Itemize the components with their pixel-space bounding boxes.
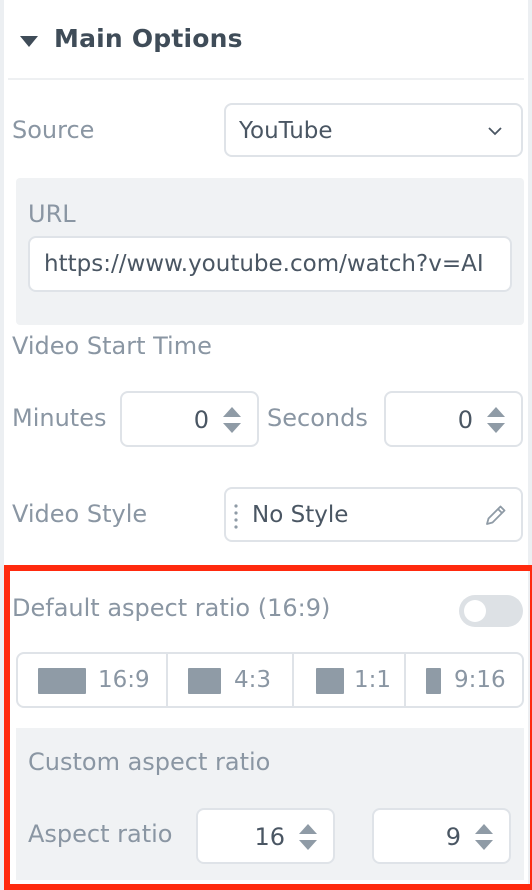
spinner-arrows-icon[interactable] (485, 405, 507, 435)
aspect-ratio-width-input[interactable]: 16 (196, 808, 335, 864)
video-style-label: Video Style (12, 500, 148, 528)
aspect-ratio-width-value: 16 (254, 823, 285, 851)
spinner-arrows-icon[interactable] (221, 405, 243, 435)
ratio-option-label: 16:9 (98, 667, 150, 693)
default-aspect-ratio-toggle[interactable] (459, 595, 523, 627)
aspect-ratio-segmented-control: 16:9 4:3 1:1 9:16 (16, 652, 524, 708)
caret-down-icon[interactable] (20, 36, 38, 47)
main-options-header[interactable]: Main Options (8, 0, 524, 80)
aspect-ratio-height-value: 9 (445, 823, 461, 851)
ratio-option-16-9[interactable]: 16:9 (18, 654, 168, 706)
ratio-9-16-icon (426, 668, 441, 694)
aspect-ratio-height-input[interactable]: 9 (372, 808, 511, 864)
custom-aspect-ratio-label: Custom aspect ratio (28, 748, 271, 776)
source-select[interactable]: YouTube (224, 103, 523, 157)
pencil-icon[interactable] (483, 502, 509, 528)
minutes-input[interactable]: 0 (120, 391, 259, 447)
settings-panel: Main Options Source YouTube URL https://… (0, 0, 532, 890)
seconds-label: Seconds (267, 404, 368, 432)
aspect-ratio-label: Aspect ratio (28, 820, 173, 848)
ratio-option-1-1[interactable]: 1:1 (294, 654, 406, 706)
ratio-1-1-icon (316, 668, 344, 694)
minutes-value: 0 (193, 406, 209, 434)
ratio-option-9-16[interactable]: 9:16 (406, 654, 522, 706)
spinner-arrows-icon[interactable] (297, 822, 319, 852)
ratio-16-9-icon (38, 668, 86, 694)
ratio-option-4-3[interactable]: 4:3 (168, 654, 294, 706)
default-aspect-ratio-label: Default aspect ratio (16:9) (12, 594, 331, 622)
minutes-label: Minutes (12, 404, 107, 432)
spinner-arrows-icon[interactable] (473, 822, 495, 852)
ratio-option-label: 4:3 (234, 667, 272, 693)
video-style-field[interactable]: No Style (224, 487, 523, 542)
seconds-input[interactable]: 0 (384, 391, 523, 447)
ratio-4-3-icon (188, 668, 221, 694)
url-section: URL https://www.youtube.com/watch?v=AI (16, 178, 524, 325)
ratio-option-label: 9:16 (454, 667, 506, 693)
ratio-option-label: 1:1 (354, 667, 392, 693)
section-title: Main Options (54, 24, 243, 53)
source-selected-value: YouTube (239, 118, 333, 144)
url-input-value: https://www.youtube.com/watch?v=AI (44, 251, 484, 277)
url-input[interactable]: https://www.youtube.com/watch?v=AI (28, 236, 512, 292)
url-label: URL (28, 200, 76, 228)
video-style-value: No Style (252, 502, 349, 528)
chevron-down-icon (488, 127, 502, 136)
video-start-time-label: Video Start Time (12, 332, 212, 360)
seconds-value: 0 (457, 406, 473, 434)
toggle-knob (464, 600, 486, 622)
source-label: Source (12, 116, 95, 144)
drag-handle-icon (234, 504, 238, 529)
